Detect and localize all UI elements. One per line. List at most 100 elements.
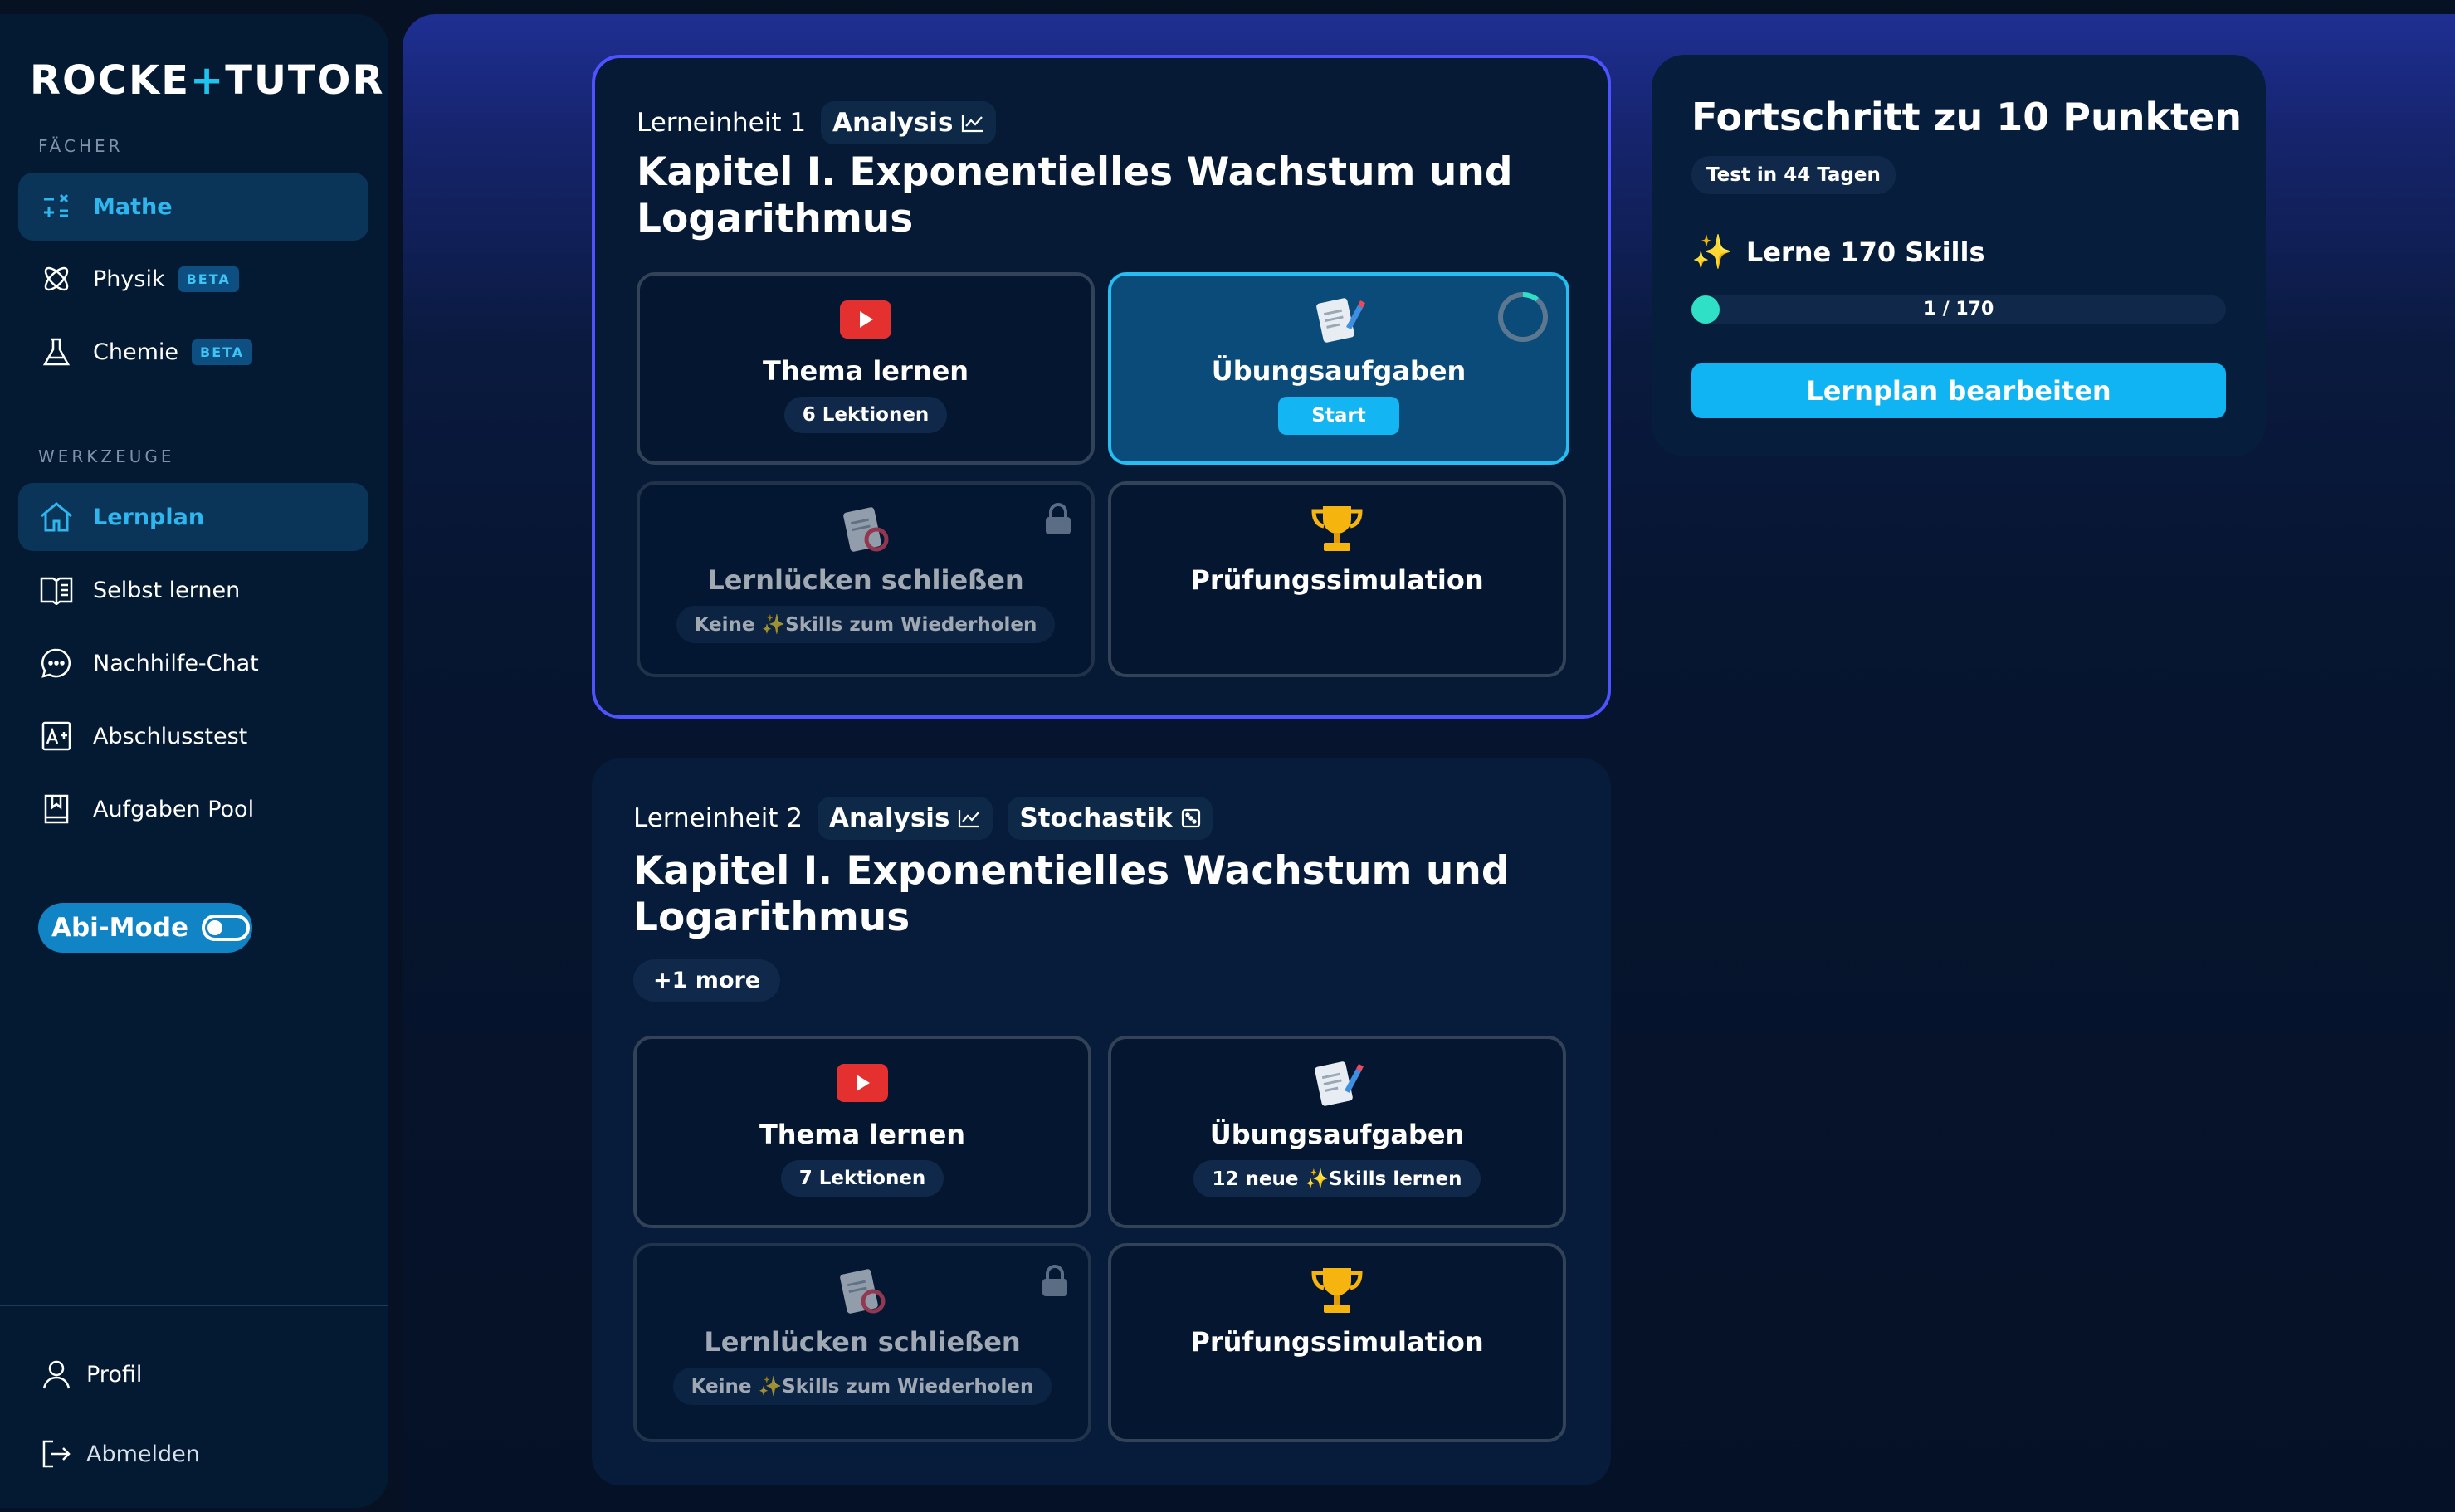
progress-panel: Fortschritt zu 10 Punkten Test in 44 Tag… bbox=[1652, 55, 2266, 456]
sidebar-item-label: Abschlusstest bbox=[93, 723, 248, 749]
tile-pruefungssimulation[interactable]: Prüfungssimulation bbox=[1108, 1243, 1566, 1442]
video-play-icon bbox=[840, 294, 891, 345]
sidebar-divider bbox=[0, 1305, 388, 1306]
sidebar-item-lernplan[interactable]: Lernplan bbox=[18, 483, 368, 551]
unit-header: Lerneinheit 2 Analysis Stochastik bbox=[633, 797, 1213, 840]
edit-plan-button[interactable]: Lernplan bearbeiten bbox=[1691, 363, 2226, 418]
review-sheet-icon bbox=[835, 1265, 890, 1316]
sidebar-item-abmelden[interactable]: Abmelden bbox=[18, 1420, 368, 1488]
review-skills-pill: Keine ✨Skills zum Wiederholen bbox=[672, 1368, 1052, 1405]
sparkle-icon: ✨ bbox=[761, 614, 786, 636]
tile-title: Lernlücken schließen bbox=[707, 564, 1024, 596]
logo[interactable]: ROCKE+TUTOR bbox=[30, 57, 384, 104]
tools-section-label: WERKZEUGE bbox=[38, 446, 175, 466]
skills-progress-bar: 1 / 170 bbox=[1691, 295, 2226, 324]
subjects-section-label: FÄCHER bbox=[38, 136, 124, 156]
skills-heading: ✨ Lerne 170 Skills bbox=[1691, 232, 1985, 271]
sidebar-item-label: Nachhilfe-Chat bbox=[93, 650, 259, 676]
more-tags-pill[interactable]: +1 more bbox=[633, 959, 781, 1002]
sidebar-item-label: Aufgaben Pool bbox=[93, 796, 255, 822]
test-countdown-pill: Test in 44 Tagen bbox=[1691, 156, 1896, 194]
video-play-icon bbox=[837, 1057, 888, 1109]
sidebar-item-profil[interactable]: Profil bbox=[18, 1340, 368, 1408]
topic-tag-analysis[interactable]: Analysis bbox=[818, 797, 993, 840]
tile-title: Prüfungssimulation bbox=[1190, 1326, 1484, 1358]
review-skills-pill: Keine ✨Skills zum Wiederholen bbox=[676, 606, 1056, 643]
toggle-switch[interactable] bbox=[202, 915, 251, 941]
tile-title: Übungsaufgaben bbox=[1211, 355, 1467, 387]
sparkle-icon: ✨ bbox=[758, 1376, 783, 1397]
tile-title: Lernlücken schließen bbox=[704, 1326, 1021, 1358]
trophy-icon bbox=[1310, 503, 1364, 554]
tile-title: Thema lernen bbox=[759, 1119, 966, 1150]
review-sheet-icon bbox=[838, 503, 893, 554]
progress-ring-icon bbox=[1498, 291, 1548, 342]
flask-icon bbox=[38, 334, 75, 370]
exercise-sheet-icon bbox=[1310, 1057, 1364, 1109]
home-icon bbox=[38, 499, 75, 535]
progress-text: 1 / 170 bbox=[1923, 299, 1994, 319]
logout-icon bbox=[38, 1436, 75, 1472]
math-operators-icon bbox=[38, 188, 75, 225]
dice-icon bbox=[1181, 808, 1200, 828]
abi-mode-toggle[interactable]: Abi-Mode bbox=[38, 903, 252, 953]
line-chart-icon bbox=[959, 810, 980, 828]
tile-title: Thema lernen bbox=[762, 355, 969, 387]
learning-unit-card: Lerneinheit 1 Analysis Kapitel I. Expone… bbox=[592, 55, 1611, 719]
sidebar-item-aufgaben-pool[interactable]: Aufgaben Pool bbox=[18, 775, 368, 843]
progress-title: Fortschritt zu 10 Punkten bbox=[1691, 95, 2242, 139]
unit-label: Lerneinheit 2 bbox=[633, 803, 803, 833]
unit-header: Lerneinheit 1 Analysis bbox=[637, 101, 997, 144]
topic-tag-analysis[interactable]: Analysis bbox=[821, 101, 997, 144]
sidebar-item-selbst-lernen[interactable]: Selbst lernen bbox=[18, 556, 368, 624]
tile-pruefungssimulation[interactable]: Prüfungssimulation bbox=[1108, 481, 1566, 677]
topic-tag-stochastik[interactable]: Stochastik bbox=[1008, 797, 1213, 840]
beta-badge: BETA bbox=[178, 266, 239, 292]
lessons-count-pill: 6 Lektionen bbox=[783, 397, 948, 433]
tile-title: Prüfungssimulation bbox=[1190, 564, 1484, 596]
sidebar: ROCKE+TUTOR FÄCHER Mathe Physik BETA Che… bbox=[0, 14, 388, 1508]
sparkle-icon: ✨ bbox=[1305, 1168, 1330, 1190]
tile-thema-lernen[interactable]: Thema lernen 7 Lektionen bbox=[633, 1036, 1091, 1228]
lock-icon bbox=[1046, 503, 1071, 534]
sidebar-item-label: Lernplan bbox=[93, 504, 205, 530]
sidebar-item-label: Profil bbox=[86, 1361, 143, 1388]
unit-title: Kapitel I. Exponentielles Wachstum und L… bbox=[637, 149, 1513, 241]
start-button[interactable]: Start bbox=[1278, 397, 1399, 435]
tile-thema-lernen[interactable]: Thema lernen 6 Lektionen bbox=[637, 272, 1095, 465]
open-book-icon bbox=[38, 572, 75, 608]
line-chart-icon bbox=[962, 115, 983, 133]
sidebar-item-mathe[interactable]: Mathe bbox=[18, 173, 368, 241]
exercise-sheet-icon bbox=[1311, 294, 1366, 345]
unit-label: Lerneinheit 1 bbox=[637, 108, 807, 138]
tile-title: Übungsaufgaben bbox=[1209, 1119, 1465, 1150]
sidebar-item-nachhilfe-chat[interactable]: Nachhilfe-Chat bbox=[18, 629, 368, 697]
tile-lernluecken-schliessen[interactable]: Lernlücken schließen Keine ✨Skills zum W… bbox=[633, 1243, 1091, 1442]
sidebar-item-physik[interactable]: Physik BETA bbox=[18, 245, 368, 313]
sidebar-item-label: Abmelden bbox=[86, 1441, 200, 1467]
trophy-icon bbox=[1310, 1265, 1364, 1316]
grade-a-plus-icon bbox=[38, 718, 75, 754]
tile-uebungsaufgaben[interactable]: Übungsaufgaben 12 neue ✨Skills lernen bbox=[1108, 1036, 1566, 1228]
learning-unit-card: Lerneinheit 2 Analysis Stochastik Kapite… bbox=[592, 758, 1611, 1485]
sidebar-item-label: Chemie bbox=[93, 339, 178, 365]
chat-bubble-icon bbox=[38, 645, 75, 681]
sidebar-item-label: Physik bbox=[93, 266, 165, 292]
unit-title: Kapitel I. Exponentielles Wachstum und L… bbox=[633, 848, 1510, 940]
user-icon bbox=[38, 1356, 75, 1393]
sidebar-item-label: Selbst lernen bbox=[93, 577, 241, 603]
bookmark-book-icon bbox=[38, 791, 75, 827]
atom-icon bbox=[38, 261, 75, 297]
tile-uebungsaufgaben[interactable]: Übungsaufgaben Start bbox=[1108, 272, 1569, 465]
lock-icon bbox=[1042, 1265, 1067, 1296]
new-skills-pill: 12 neue ✨Skills lernen bbox=[1193, 1160, 1481, 1197]
sidebar-item-chemie[interactable]: Chemie BETA bbox=[18, 318, 368, 386]
beta-badge: BETA bbox=[192, 339, 253, 365]
skills-label: Lerne 170 Skills bbox=[1745, 236, 1985, 268]
sidebar-item-label: Mathe bbox=[93, 193, 173, 220]
lessons-count-pill: 7 Lektionen bbox=[780, 1160, 944, 1197]
sidebar-item-abschlusstest[interactable]: Abschlusstest bbox=[18, 702, 368, 770]
sparkle-icon: ✨ bbox=[1691, 233, 1733, 271]
abi-mode-label: Abi-Mode bbox=[51, 913, 189, 943]
tile-lernluecken-schliessen[interactable]: Lernlücken schließen Keine ✨Skills zum W… bbox=[637, 481, 1095, 677]
